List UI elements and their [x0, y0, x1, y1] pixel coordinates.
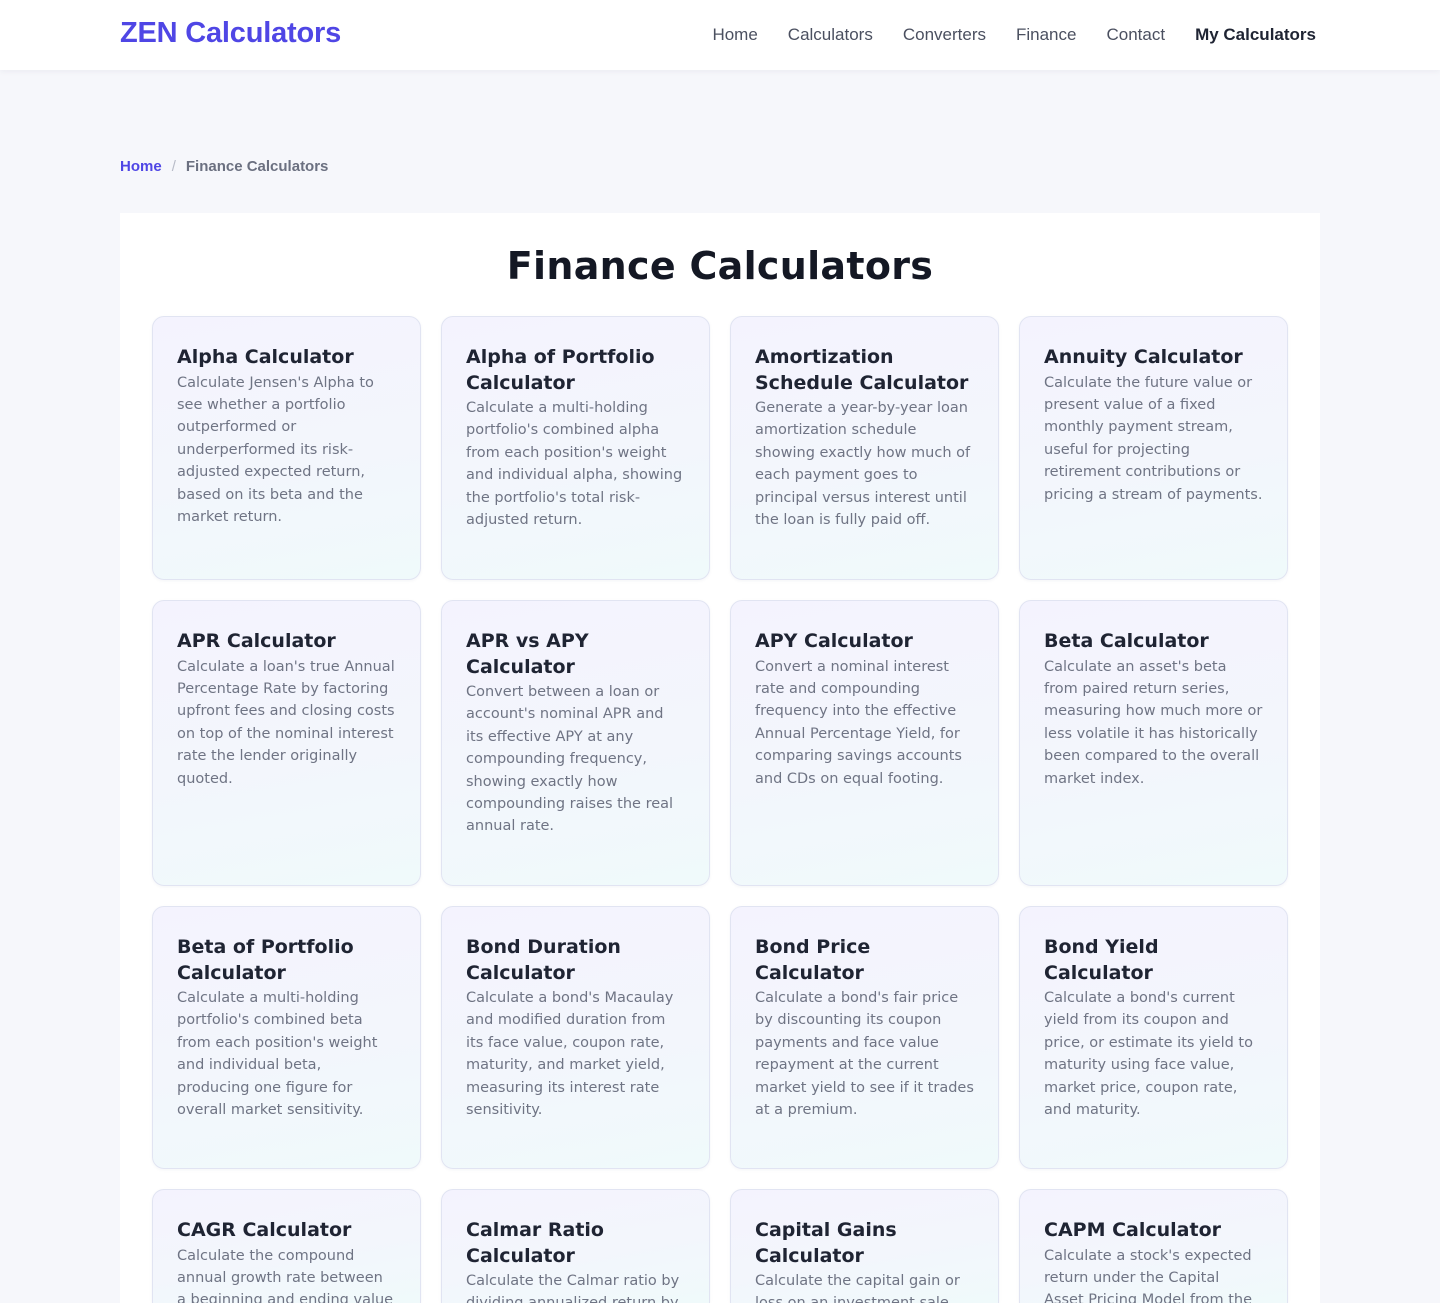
card-description: Generate a year-by-year loan amortizatio… [755, 400, 971, 529]
card-description: Convert between a loan or account's nomi… [466, 684, 674, 835]
card-description: Calculate the Calmar ratio by dividing a… [466, 1273, 680, 1303]
card-description: Convert a nominal interest rate and comp… [755, 658, 962, 787]
card-description: Calculate the capital gain or loss on an… [755, 1273, 960, 1303]
breadcrumb-home-link[interactable]: Home [120, 158, 162, 175]
card-title: Annuity Calculator [1044, 346, 1243, 368]
calculator-card-apr[interactable]: APR Calculator Calculate a loan's true A… [152, 600, 421, 886]
card-title: Beta of Portfolio Calculator [177, 936, 354, 984]
calculator-card-alpha[interactable]: Alpha Calculator Calculate Jensen's Alph… [152, 316, 421, 580]
card-title: Beta Calculator [1044, 630, 1209, 652]
calculators-panel: Finance Calculators Alpha Calculator Cal… [120, 213, 1320, 1303]
top-nav-bar: ZEN Calculators Home Calculators Convert… [0, 0, 1440, 70]
card-description: Calculate Jensen's Alpha to see whether … [177, 374, 374, 525]
breadcrumb-current: Finance Calculators [185, 158, 329, 175]
card-title: CAPM Calculator [1044, 1219, 1222, 1241]
site-logo[interactable]: ZEN Calculators [120, 17, 341, 50]
card-description: Calculate an asset's beta from paired re… [1044, 658, 1263, 787]
breadcrumb-separator: / [171, 158, 176, 175]
card-title: Amortization Schedule Calculator [755, 346, 969, 394]
card-title: Calmar Ratio Calculator [466, 1219, 604, 1267]
calculator-card-apr-vs-apy[interactable]: APR vs APY Calculator Convert between a … [441, 600, 710, 886]
card-title: Alpha of Portfolio Calculator [466, 346, 655, 394]
calculator-card-beta[interactable]: Beta Calculator Calculate an asset's bet… [1019, 600, 1288, 886]
calculator-card-bond-yield[interactable]: Bond Yield Calculator Calculate a bond's… [1019, 906, 1288, 1169]
calculator-card-alpha-of-portfolio[interactable]: Alpha of Portfolio Calculator Calculate … [441, 316, 710, 580]
card-description: Calculate a bond's current yield from it… [1044, 990, 1253, 1119]
card-description: Calculate the future value or present va… [1044, 374, 1263, 503]
card-title: Bond Price Calculator [755, 936, 871, 984]
nav-link-home[interactable]: Home [712, 25, 757, 45]
nav-link-calculators[interactable]: Calculators [788, 25, 873, 45]
main-nav: Home Calculators Converters Finance Cont… [712, 0, 1316, 70]
calculator-card-bond-price[interactable]: Bond Price Calculator Calculate a bond's… [730, 906, 999, 1169]
page-title: Finance Calculators [506, 244, 934, 288]
card-title: Alpha Calculator [177, 346, 354, 368]
calculator-card-annuity[interactable]: Annuity Calculator Calculate the future … [1019, 316, 1288, 580]
nav-link-converters[interactable]: Converters [903, 25, 986, 45]
card-title: Bond Duration Calculator [466, 936, 621, 984]
nav-link-finance[interactable]: Finance [1016, 25, 1076, 45]
card-title: APY Calculator [755, 630, 913, 652]
card-title: Capital Gains Calculator [755, 1219, 897, 1267]
calculator-card-capm[interactable]: CAPM Calculator Calculate a stock's expe… [1019, 1189, 1288, 1303]
calculator-card-calmar-ratio[interactable]: Calmar Ratio Calculator Calculate the Ca… [441, 1189, 710, 1303]
card-title: APR vs APY Calculator [466, 630, 589, 678]
card-title: APR Calculator [177, 630, 336, 652]
card-title: Bond Yield Calculator [1044, 936, 1159, 984]
card-title: CAGR Calculator [177, 1219, 352, 1241]
calculator-card-apy[interactable]: APY Calculator Convert a nominal interes… [730, 600, 999, 886]
calculator-card-bond-duration[interactable]: Bond Duration Calculator Calculate a bon… [441, 906, 710, 1169]
calculator-card-capital-gains[interactable]: Capital Gains Calculator Calculate the c… [730, 1189, 999, 1303]
card-description: Calculate a multi-holding portfolio's co… [177, 990, 378, 1119]
card-description: Calculate a bond's fair price by discoun… [755, 990, 974, 1119]
calculator-card-cagr[interactable]: CAGR Calculator Calculate the compound a… [152, 1189, 421, 1303]
card-description: Calculate a stock's expected return unde… [1044, 1247, 1253, 1303]
calculator-card-beta-of-portfolio[interactable]: Beta of Portfolio Calculator Calculate a… [152, 906, 421, 1169]
card-description: Calculate a bond's Macaulay and modified… [466, 990, 674, 1119]
calculator-card-amortization-schedule[interactable]: Amortization Schedule Calculator Generat… [730, 316, 999, 580]
nav-link-my-calculators[interactable]: My Calculators [1195, 25, 1316, 45]
card-description: Calculate a multi-holding portfolio's co… [466, 400, 683, 529]
card-description: Calculate the compound annual growth rat… [177, 1247, 394, 1303]
nav-link-contact[interactable]: Contact [1106, 25, 1165, 45]
card-description: Calculate a loan's true Annual Percentag… [177, 658, 395, 787]
breadcrumb: Home / Finance Calculators [120, 158, 328, 175]
